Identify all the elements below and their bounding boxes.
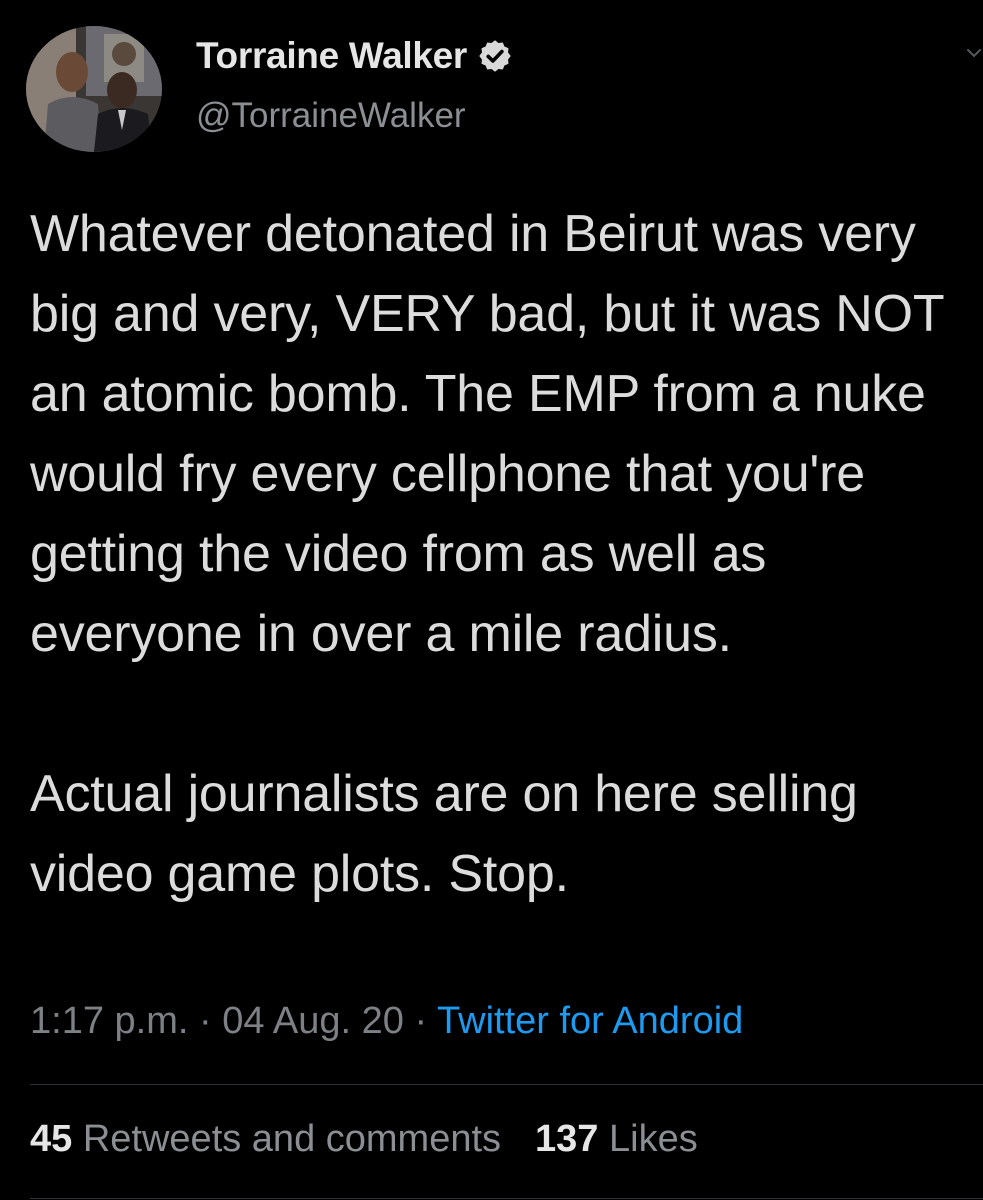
likes-stat[interactable]: 137 Likes bbox=[535, 1118, 698, 1160]
avatar[interactable] bbox=[26, 26, 162, 152]
name-row: Torraine Walker bbox=[196, 34, 513, 78]
likes-label: Likes bbox=[609, 1118, 698, 1160]
chevron-down-icon[interactable] bbox=[965, 44, 983, 62]
tweet-meta: 1:17 p.m. · 04 Aug. 20 · Twitter for And… bbox=[30, 1000, 743, 1043]
tweet-source-link[interactable]: Twitter for Android bbox=[437, 1000, 743, 1042]
tweet: Torraine Walker @TorraineWalker Whatever… bbox=[0, 0, 983, 1200]
retweets-stat[interactable]: 45 Retweets and comments bbox=[30, 1118, 501, 1160]
retweets-count: 45 bbox=[30, 1118, 73, 1160]
tweet-stats: 45 Retweets and comments 137 Likes bbox=[30, 1118, 698, 1161]
profile-photo-icon bbox=[26, 26, 162, 152]
divider bbox=[30, 1084, 983, 1085]
tweet-time[interactable]: 1:17 p.m. bbox=[30, 1000, 188, 1042]
tweet-paragraph-2: Actual journalists are on here selling v… bbox=[30, 765, 873, 903]
user-handle[interactable]: @TorraineWalker bbox=[196, 96, 513, 136]
author-block[interactable]: Torraine Walker @TorraineWalker bbox=[196, 34, 513, 136]
likes-count: 137 bbox=[535, 1118, 599, 1160]
meta-separator: · bbox=[414, 1000, 428, 1042]
divider bbox=[30, 1198, 983, 1199]
meta-separator: · bbox=[198, 1000, 212, 1042]
verified-badge-icon bbox=[479, 40, 511, 72]
tweet-text: Whatever detonated in Beirut was very bi… bbox=[30, 194, 970, 914]
tweet-paragraph-1: Whatever detonated in Beirut was very bi… bbox=[30, 205, 958, 663]
retweets-label: Retweets and comments bbox=[82, 1118, 502, 1160]
display-name[interactable]: Torraine Walker bbox=[196, 35, 467, 77]
tweet-date[interactable]: 04 Aug. 20 bbox=[222, 1000, 404, 1042]
